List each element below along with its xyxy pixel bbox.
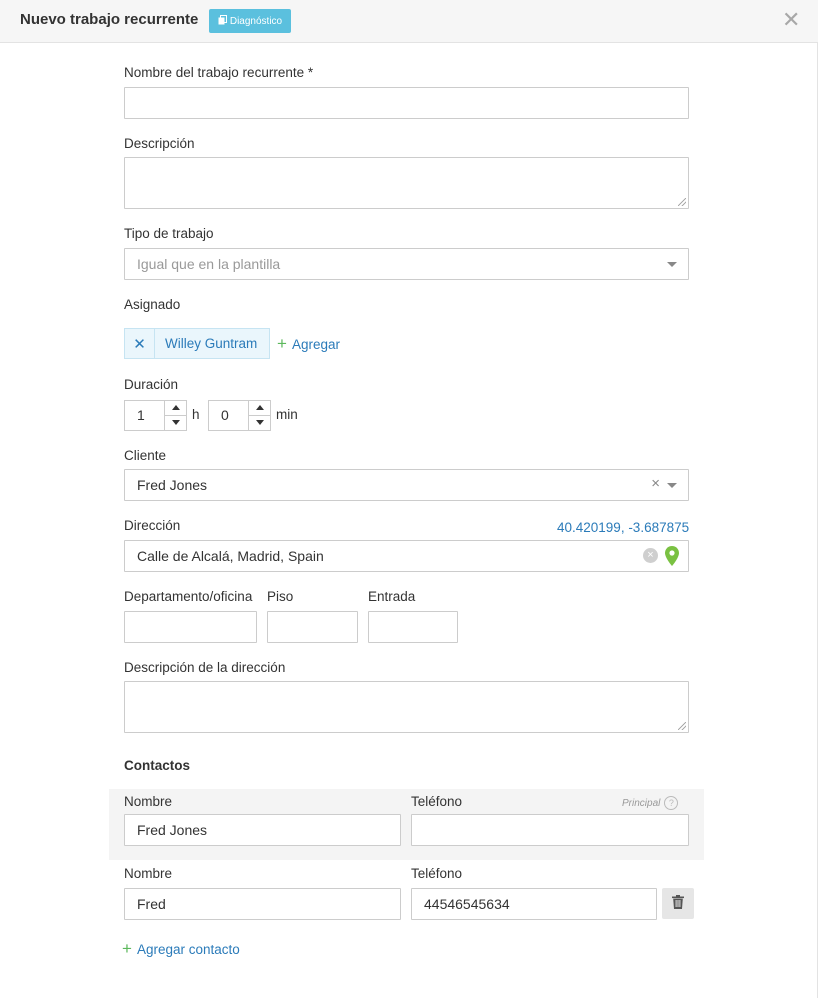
client-label: Cliente — [124, 448, 167, 463]
add-assignee-label: Agregar — [291, 336, 340, 352]
map-pin-icon[interactable] — [665, 546, 679, 569]
arrow-up-icon — [255, 405, 264, 411]
hours-increment-button[interactable] — [165, 401, 186, 416]
resize-handle-icon[interactable] — [678, 722, 686, 730]
dialog-header: Nuevo trabajo recurrente Diagnóstico ✕ — [0, 0, 818, 43]
assigned-label: Asignado — [124, 297, 181, 312]
trash-icon — [672, 895, 684, 912]
contact-name-input[interactable]: Fred Jones — [124, 814, 401, 846]
assignee-name: Willey Guntram — [165, 336, 258, 351]
arrow-up-icon — [171, 405, 180, 411]
add-assignee-button[interactable]: + Agregar — [277, 334, 340, 354]
contact-phone-input[interactable] — [411, 814, 689, 846]
resize-handle-icon[interactable] — [678, 198, 686, 206]
contact-phone-input[interactable]: 44546545634 — [411, 888, 657, 920]
minutes-decrement-button[interactable] — [249, 416, 270, 431]
department-label: Departamento/oficina — [124, 589, 253, 604]
address-input[interactable]: Calle de Alcalá, Madrid, Spain × — [124, 540, 689, 572]
coordinates-link[interactable]: 40.420199, -3.687875 — [557, 520, 689, 535]
name-input[interactable] — [124, 87, 689, 119]
plus-icon: + — [277, 334, 287, 353]
hours-unit: h — [192, 407, 200, 422]
delete-contact-button[interactable] — [662, 888, 694, 919]
contact-phone-label: Teléfono — [411, 866, 463, 881]
copy-icon — [218, 14, 227, 28]
arrow-down-icon — [171, 420, 180, 426]
assignee-chip: ✕ Willey Guntram — [124, 328, 270, 359]
department-input[interactable] — [124, 611, 257, 643]
address-value: Calle de Alcalá, Madrid, Spain — [137, 548, 324, 564]
address-description-label: Descripción de la dirección — [124, 660, 286, 675]
add-contact-button[interactable]: + Agregar contacto — [122, 939, 240, 959]
template-badge[interactable]: Diagnóstico — [209, 9, 291, 33]
principal-indicator: Principal ? — [622, 796, 679, 810]
dialog-title: Nuevo trabajo recurrente — [20, 11, 199, 28]
minutes-unit: min — [276, 407, 298, 422]
contact-name-label: Nombre — [124, 866, 173, 881]
new-recurring-job-dialog: Nuevo trabajo recurrente Diagnóstico ✕ N… — [0, 0, 818, 998]
minutes-value: 0 — [221, 407, 229, 423]
arrow-down-icon — [255, 420, 264, 426]
client-value: Fred Jones — [137, 477, 208, 493]
help-icon[interactable]: ? — [664, 796, 679, 810]
entrance-input[interactable] — [368, 611, 458, 643]
job-type-placeholder: Igual que en la plantilla — [137, 256, 281, 272]
description-textarea[interactable] — [124, 157, 689, 209]
badge-label: Diagnóstico — [229, 15, 283, 27]
description-label: Descripción — [124, 136, 195, 151]
minutes-stepper[interactable]: 0 — [208, 400, 271, 431]
job-type-select[interactable]: Igual que en la plantilla — [124, 248, 689, 280]
floor-input[interactable] — [267, 611, 358, 643]
hours-decrement-button[interactable] — [165, 416, 186, 431]
contacts-heading: Contactos — [124, 758, 191, 773]
clear-client-icon[interactable]: × — [651, 475, 660, 492]
chevron-down-icon — [667, 483, 677, 488]
address-label: Dirección — [124, 518, 181, 533]
remove-assignee-icon[interactable]: ✕ — [125, 329, 155, 358]
hours-stepper[interactable]: 1 — [124, 400, 187, 431]
hours-value: 1 — [137, 407, 145, 423]
floor-label: Piso — [267, 589, 294, 604]
name-label: Nombre del trabajo recurrente * — [124, 65, 314, 80]
address-description-textarea[interactable] — [124, 681, 689, 733]
chevron-down-icon — [667, 262, 677, 267]
add-contact-label: Agregar contacto — [136, 941, 240, 957]
entrance-label: Entrada — [368, 589, 416, 604]
plus-icon: + — [122, 939, 132, 958]
contact-name-label: Nombre — [124, 794, 173, 809]
principal-label: Principal — [622, 797, 661, 809]
close-icon[interactable]: ✕ — [782, 9, 800, 31]
duration-label: Duración — [124, 377, 179, 392]
minutes-increment-button[interactable] — [249, 401, 270, 416]
client-select[interactable]: Fred Jones × — [124, 469, 689, 501]
clear-address-icon[interactable]: × — [643, 548, 658, 563]
contact-phone-label: Teléfono — [411, 794, 463, 809]
job-type-label: Tipo de trabajo — [124, 226, 214, 241]
contact-name-input[interactable]: Fred — [124, 888, 401, 920]
